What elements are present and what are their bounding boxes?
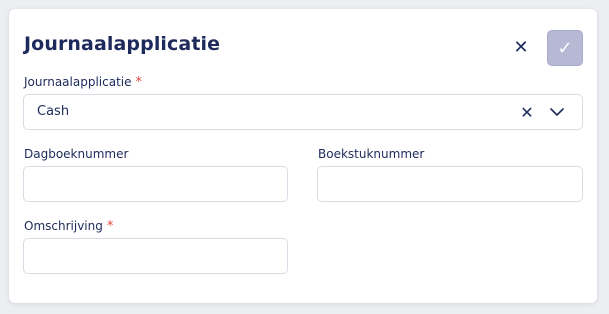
journaalapplicatie-label: Journaalapplicatie * <box>24 75 142 90</box>
confirm-button[interactable]: ✓ <box>547 30 583 66</box>
journaalapplicatie-dialog: Journaalapplicatie ✕ ✓ Journaalapplicati… <box>9 9 597 303</box>
required-marker: * <box>135 75 142 90</box>
journaalapplicatie-label-text: Journaalapplicatie <box>24 75 132 89</box>
clear-icon[interactable]: ✕ <box>518 102 536 122</box>
boekstuknummer-label: Boekstuknummer <box>318 147 425 161</box>
chevron-down-icon[interactable] <box>548 103 566 121</box>
close-icon: ✕ <box>513 36 529 58</box>
omschrijving-label: Omschrijving * <box>24 219 113 234</box>
dagboeknummer-field[interactable] <box>23 166 288 202</box>
journaalapplicatie-select[interactable]: Cash ✕ <box>23 94 583 130</box>
close-button[interactable]: ✕ <box>511 36 531 58</box>
omschrijving-field[interactable] <box>23 238 288 274</box>
omschrijving-input[interactable] <box>24 239 287 273</box>
omschrijving-label-text: Omschrijving <box>24 219 103 233</box>
check-icon: ✓ <box>557 37 573 59</box>
boekstuknummer-input[interactable] <box>318 167 582 201</box>
journaalapplicatie-selected-value: Cash <box>37 104 70 119</box>
required-marker: * <box>106 219 114 234</box>
dialog-title: Journaalapplicatie <box>24 33 221 55</box>
dagboeknummer-label: Dagboeknummer <box>24 147 129 161</box>
boekstuknummer-field[interactable] <box>317 166 583 202</box>
dagboeknummer-input[interactable] <box>24 167 287 201</box>
